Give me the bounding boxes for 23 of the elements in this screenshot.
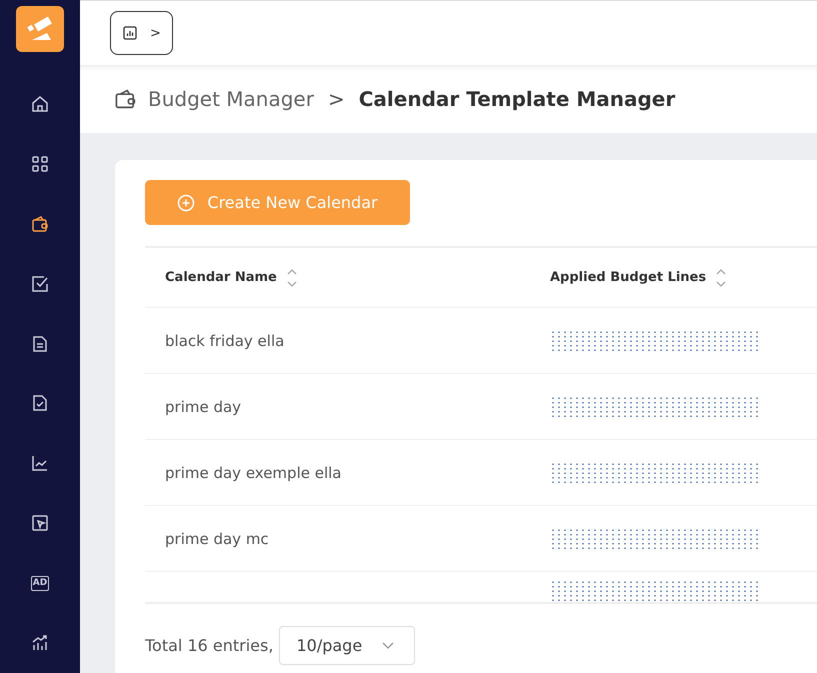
home-icon[interactable] (30, 94, 50, 114)
column-header[interactable]: Applied Budget Lines (550, 270, 706, 285)
page-title: Calendar Template Manager (358, 87, 676, 111)
cursor-icon[interactable] (30, 513, 50, 534)
page-size-select[interactable]: 10/page (279, 626, 416, 665)
sidebar-toggle-button[interactable]: > (110, 11, 173, 55)
column-header[interactable]: Calendar Name (165, 270, 277, 285)
total-entries: Total 16 entries, (145, 636, 274, 655)
plus-icon (177, 194, 196, 212)
breadcrumb-link[interactable]: Budget Manager (148, 87, 314, 111)
grid-icon[interactable] (30, 154, 50, 174)
wallet-icon[interactable] (30, 214, 50, 234)
table-cell: prime day (165, 398, 242, 416)
line-chart-icon[interactable] (30, 453, 50, 474)
table-cell: black friday ella (165, 332, 284, 350)
table-cell: prime day mc (165, 530, 269, 548)
breadcrumb-separator: > (328, 87, 345, 111)
checkbox-icon[interactable] (30, 274, 50, 294)
ad-icon[interactable]: AD (30, 576, 50, 591)
wallet-icon (114, 88, 138, 110)
bar-chart-icon (122, 25, 138, 41)
chevron-down-icon (382, 642, 394, 650)
table-cell: prime day exemple ella (165, 464, 342, 482)
